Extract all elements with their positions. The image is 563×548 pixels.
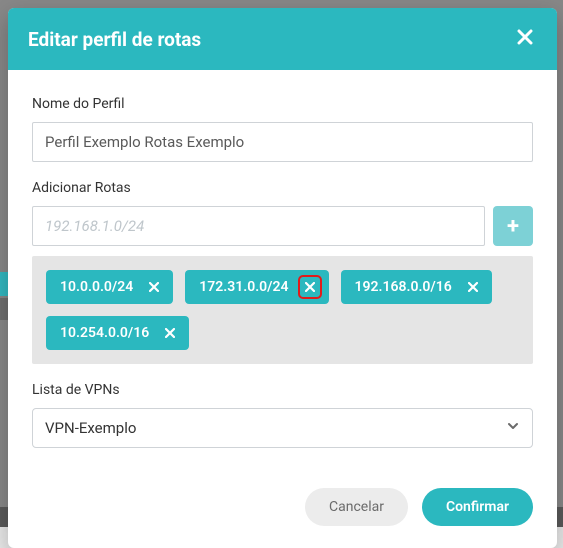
remove-route-icon[interactable]	[301, 278, 319, 296]
close-icon[interactable]	[513, 24, 537, 54]
dialog-title: Editar perfil de rotas	[28, 28, 201, 51]
chevron-down-icon	[506, 419, 520, 437]
route-chip: 172.31.0.0/24	[185, 270, 328, 304]
add-route-row: +	[32, 206, 533, 246]
profile-name-label: Nome do Perfil	[32, 96, 533, 112]
cancel-button-label: Cancelar	[329, 499, 384, 515]
route-chip-label: 10.0.0.0/24	[60, 279, 133, 295]
modal-backdrop: Editar perfil de rotas Nome do Perfil Ad…	[0, 0, 563, 527]
add-routes-label: Adicionar Rotas	[32, 180, 533, 196]
route-chip: 192.168.0.0/16	[341, 270, 492, 304]
route-chip: 10.0.0.0/24	[46, 270, 173, 304]
confirm-button-label: Confirmar	[446, 499, 509, 515]
remove-route-icon[interactable]	[145, 278, 163, 296]
routes-chip-area: 10.0.0.0/24 172.31.0.0/24 192.168.0.0/16 10…	[32, 256, 533, 364]
profile-name-input[interactable]	[32, 122, 533, 162]
confirm-button[interactable]: Confirmar	[422, 488, 533, 526]
vpn-selected-value: VPN-Exemplo	[45, 419, 136, 437]
route-chip-label: 10.254.0.0/16	[60, 325, 149, 341]
remove-route-icon[interactable]	[161, 324, 179, 342]
vpn-list-label: Lista de VPNs	[32, 382, 533, 398]
add-route-button[interactable]: +	[493, 206, 533, 246]
route-chip-label: 172.31.0.0/24	[199, 279, 288, 295]
route-chip-label: 192.168.0.0/16	[355, 279, 452, 295]
plus-icon: +	[507, 214, 519, 239]
dialog-footer: Cancelar Confirmar	[8, 466, 557, 548]
vpn-select[interactable]: VPN-Exemplo	[32, 408, 533, 448]
cancel-button[interactable]: Cancelar	[305, 488, 408, 526]
edit-routes-dialog: Editar perfil de rotas Nome do Perfil Ad…	[8, 8, 557, 548]
dialog-header: Editar perfil de rotas	[8, 8, 557, 70]
remove-route-icon[interactable]	[464, 278, 482, 296]
dialog-body: Nome do Perfil Adicionar Rotas + 10.0.0.…	[8, 70, 557, 466]
route-chip: 10.254.0.0/16	[46, 316, 189, 350]
add-route-input[interactable]	[32, 206, 485, 246]
